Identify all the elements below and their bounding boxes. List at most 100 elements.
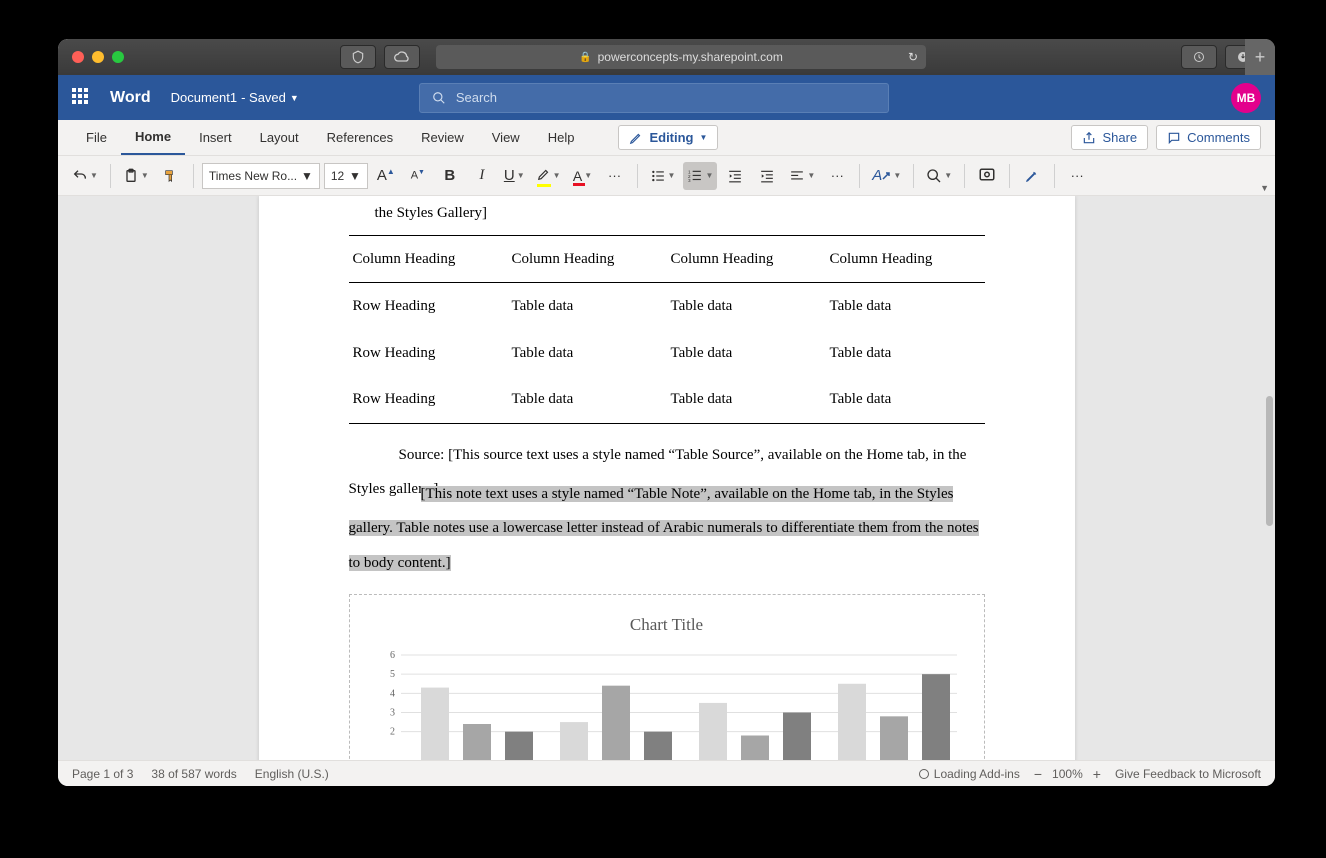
grow-font-button[interactable]: A▲ bbox=[372, 162, 400, 190]
tab-references[interactable]: References bbox=[313, 120, 407, 155]
reader-button[interactable] bbox=[1181, 45, 1217, 69]
underline-button[interactable]: U▼ bbox=[500, 162, 529, 190]
language[interactable]: English (U.S.) bbox=[255, 767, 329, 781]
new-tab-button[interactable]: + bbox=[1245, 39, 1275, 75]
word-header: Word Document1 - Saved ▼ Search MB bbox=[58, 75, 1275, 120]
tab-file[interactable]: File bbox=[72, 120, 121, 155]
editing-mode-button[interactable]: Editing ▼ bbox=[618, 125, 718, 150]
share-icon bbox=[1082, 131, 1096, 145]
font-family-select[interactable]: Times New Ro...▼ bbox=[202, 163, 320, 189]
search-icon bbox=[432, 91, 446, 105]
chart-object[interactable]: Chart Title 2 3 4 5 6 bbox=[349, 594, 985, 760]
traffic-lights bbox=[72, 51, 124, 63]
more-commands-button[interactable]: ··· bbox=[1063, 162, 1091, 190]
pencil-icon bbox=[629, 131, 643, 145]
bullets-button[interactable]: ▼ bbox=[646, 162, 680, 190]
svg-text:2: 2 bbox=[390, 727, 395, 738]
zoom-control[interactable]: − 100% + bbox=[1034, 766, 1101, 782]
font-size-select[interactable]: 12▼ bbox=[324, 163, 368, 189]
styles-button[interactable]: A▼ bbox=[868, 162, 905, 190]
table-header: Column Heading bbox=[667, 235, 826, 283]
table-cell: Table data bbox=[826, 330, 985, 377]
svg-text:6: 6 bbox=[390, 650, 395, 661]
table-cell: Table data bbox=[826, 283, 985, 330]
avatar[interactable]: MB bbox=[1231, 83, 1261, 113]
tab-review[interactable]: Review bbox=[407, 120, 478, 155]
designer-button[interactable] bbox=[1018, 162, 1046, 190]
zoom-in-button[interactable]: + bbox=[1093, 766, 1101, 782]
zoom-out-button[interactable]: − bbox=[1034, 766, 1042, 782]
chart-title: Chart Title bbox=[364, 605, 970, 644]
tab-view[interactable]: View bbox=[478, 120, 534, 155]
font-color-button[interactable]: A▼ bbox=[569, 162, 597, 190]
address-bar[interactable]: 🔒 powerconcepts-my.sharepoint.com ↻ bbox=[436, 45, 926, 69]
safari-window: 🔒 powerconcepts-my.sharepoint.com ↻ + Wo… bbox=[58, 39, 1275, 786]
document-title[interactable]: Document1 - Saved ▼ bbox=[171, 90, 299, 105]
table-cell: Row Heading bbox=[349, 330, 508, 377]
chart-svg: 2 3 4 5 6 bbox=[364, 650, 970, 760]
dictate-button[interactable] bbox=[973, 162, 1001, 190]
fullscreen-window-button[interactable] bbox=[112, 51, 124, 63]
share-button[interactable]: Share bbox=[1071, 125, 1148, 150]
page-count[interactable]: Page 1 of 3 bbox=[72, 767, 133, 781]
close-window-button[interactable] bbox=[72, 51, 84, 63]
table-cell: Table data bbox=[667, 283, 826, 330]
more-font-button[interactable]: ··· bbox=[601, 162, 629, 190]
undo-button[interactable]: ▼ bbox=[68, 162, 102, 190]
zoom-level: 100% bbox=[1052, 767, 1083, 781]
table-header: Column Heading bbox=[508, 235, 667, 283]
document-page[interactable]: the Styles Gallery] Column HeadingColumn… bbox=[259, 196, 1075, 760]
addins-status: Loading Add-ins bbox=[918, 767, 1019, 781]
collapse-ribbon-button[interactable]: ▼ bbox=[1260, 183, 1269, 193]
chevron-down-icon: ▼ bbox=[290, 93, 299, 103]
svg-text:3: 3 bbox=[390, 708, 395, 719]
table-header: Column Heading bbox=[826, 235, 985, 283]
cloud-tabs-button[interactable] bbox=[384, 45, 420, 69]
table-cell: Row Heading bbox=[349, 283, 508, 330]
shrink-font-button[interactable]: A▼ bbox=[404, 162, 432, 190]
tab-layout[interactable]: Layout bbox=[246, 120, 313, 155]
increase-indent-button[interactable] bbox=[753, 162, 781, 190]
find-button[interactable]: ▼ bbox=[922, 162, 956, 190]
word-count[interactable]: 38 of 587 words bbox=[151, 767, 236, 781]
table-cell: Row Heading bbox=[349, 376, 508, 423]
italic-button[interactable]: I bbox=[468, 162, 496, 190]
reload-icon[interactable]: ↻ bbox=[908, 50, 918, 64]
tab-insert[interactable]: Insert bbox=[185, 120, 246, 155]
table-cell: Table data bbox=[667, 376, 826, 423]
svg-text:3: 3 bbox=[688, 177, 691, 182]
comment-icon bbox=[1167, 131, 1181, 145]
chevron-down-icon: ▼ bbox=[700, 133, 708, 142]
table-note: [This note text uses a style named “Tabl… bbox=[349, 486, 979, 571]
tab-help[interactable]: Help bbox=[534, 120, 589, 155]
minimize-window-button[interactable] bbox=[92, 51, 104, 63]
bold-button[interactable]: B bbox=[436, 162, 464, 190]
svg-text:5: 5 bbox=[390, 669, 395, 680]
table-cell: Table data bbox=[667, 330, 826, 377]
align-button[interactable]: ▼ bbox=[785, 162, 819, 190]
paste-button[interactable]: ▼ bbox=[119, 162, 153, 190]
numbering-button[interactable]: 123▼ bbox=[683, 162, 717, 190]
search-input[interactable]: Search bbox=[419, 83, 889, 113]
app-launcher-button[interactable] bbox=[72, 88, 92, 108]
comments-button[interactable]: Comments bbox=[1156, 125, 1261, 150]
format-painter-button[interactable] bbox=[157, 162, 185, 190]
body-text: the Styles Gallery] bbox=[349, 196, 985, 231]
safari-titlebar: 🔒 powerconcepts-my.sharepoint.com ↻ + bbox=[58, 39, 1275, 75]
ribbon-toolbar: ▼ ▼ Times New Ro...▼ 12▼ A▲ A▼ B I U▼ ▼ … bbox=[58, 156, 1275, 196]
app-name: Word bbox=[110, 89, 151, 107]
document-area[interactable]: the Styles Gallery] Column HeadingColumn… bbox=[58, 196, 1275, 760]
status-bar: Page 1 of 3 38 of 587 words English (U.S… bbox=[58, 760, 1275, 786]
svg-text:4: 4 bbox=[390, 688, 395, 699]
tab-home[interactable]: Home bbox=[121, 120, 185, 155]
decrease-indent-button[interactable] bbox=[721, 162, 749, 190]
ribbon-tabs: File Home Insert Layout References Revie… bbox=[58, 120, 1275, 156]
lock-icon: 🔒 bbox=[579, 52, 591, 63]
feedback-link[interactable]: Give Feedback to Microsoft bbox=[1115, 767, 1261, 781]
more-paragraph-button[interactable]: ··· bbox=[823, 162, 851, 190]
url-text: powerconcepts-my.sharepoint.com bbox=[598, 50, 783, 64]
scrollbar[interactable] bbox=[1266, 396, 1273, 526]
privacy-report-button[interactable] bbox=[340, 45, 376, 69]
highlight-button[interactable]: ▼ bbox=[533, 162, 565, 190]
table-cell: Table data bbox=[826, 376, 985, 423]
